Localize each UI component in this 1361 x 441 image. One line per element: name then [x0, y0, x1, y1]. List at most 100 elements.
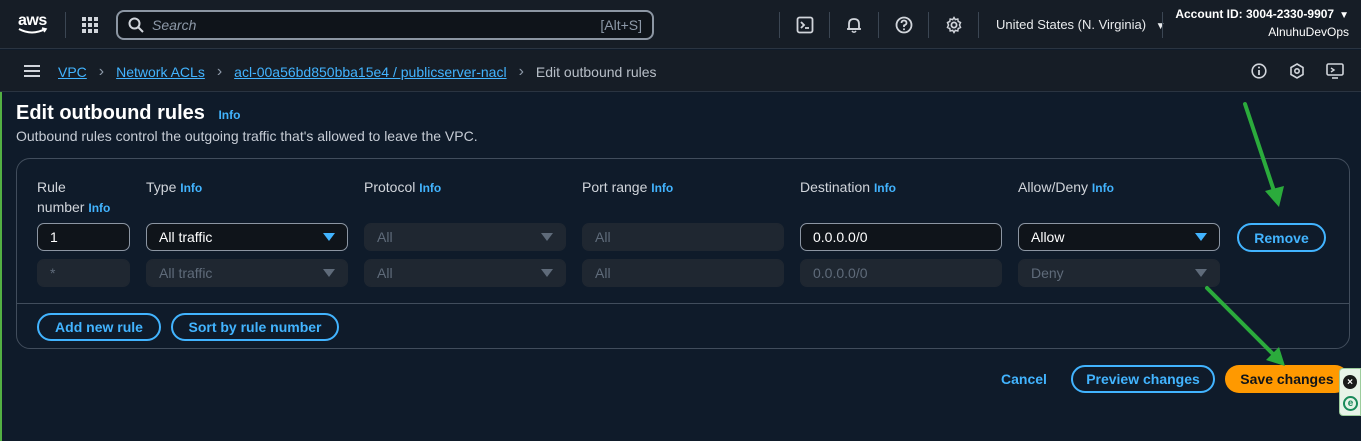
header-port-range-label: Port range: [582, 179, 648, 195]
caret-down-icon: [541, 269, 553, 277]
header-allow-deny-label: Allow/Deny: [1018, 179, 1089, 195]
destination-input[interactable]: 0.0.0.0/0: [800, 223, 1002, 251]
rule-number-input[interactable]: 1: [37, 223, 130, 251]
header-rule-number: Rule number Info: [37, 177, 110, 218]
header-protocol-label: Protocol: [364, 179, 416, 195]
region-label: United States (N. Virginia): [996, 17, 1147, 32]
breadcrumb-network-acls[interactable]: Network ACLs: [116, 64, 205, 80]
port-range-value: All: [595, 229, 611, 245]
caret-down-icon: ▼: [1155, 21, 1166, 32]
chevron-right-icon: ›: [216, 63, 223, 80]
default-allow-deny-select: Deny: [1018, 259, 1220, 287]
type-info-link[interactable]: Info: [180, 181, 202, 195]
search-icon: [128, 17, 144, 33]
page-description: Outbound rules control the outgoing traf…: [16, 128, 478, 144]
region-selector[interactable]: United States (N. Virginia) ▼: [996, 17, 1166, 32]
help-icon[interactable]: [894, 15, 914, 35]
default-rule-number-value: *: [50, 265, 56, 281]
default-destination: 0.0.0.0/0: [800, 259, 1002, 287]
remove-rule-button[interactable]: Remove: [1237, 223, 1326, 252]
port-range-input: All: [582, 223, 784, 251]
add-new-rule-button[interactable]: Add new rule: [37, 313, 161, 341]
header-destination-label: Destination: [800, 179, 871, 195]
info-circle-icon[interactable]: [1250, 62, 1268, 80]
left-edge-strip: [0, 92, 2, 441]
type-select[interactable]: All traffic: [146, 223, 348, 251]
header-type: Type Info: [146, 177, 202, 198]
allow-deny-value: Allow: [1031, 229, 1065, 245]
header-protocol: Protocol Info: [364, 177, 441, 198]
cancel-button[interactable]: Cancel: [1001, 371, 1047, 387]
caret-down-icon: ▼: [1339, 10, 1349, 21]
header-rule-number-line1: Rule: [37, 179, 66, 195]
protocol-value: All: [377, 229, 393, 245]
search-input[interactable]: Search [Alt+S]: [116, 10, 654, 40]
search-shortcut: [Alt+S]: [600, 17, 642, 33]
allow-deny-info-link[interactable]: Info: [1092, 181, 1114, 195]
divider: [65, 12, 66, 38]
breadcrumb: VPC › Network ACLs › acl-00a56bd850bba15…: [58, 63, 657, 81]
header-port-range: Port range Info: [582, 177, 673, 198]
account-menu[interactable]: Account ID: 3004-2330-9907 ▼ AlnuhuDevOps: [1175, 7, 1349, 39]
divider: [1162, 12, 1163, 38]
chevron-right-icon: ›: [98, 63, 105, 80]
header-destination: Destination Info: [800, 177, 896, 198]
divider: [928, 12, 929, 38]
breadcrumb-bar: VPC › Network ACLs › acl-00a56bd850bba15…: [0, 50, 1361, 92]
account-id: Account ID: 3004-2330-9907: [1175, 7, 1335, 21]
default-port-range-value: All: [595, 265, 611, 281]
bell-icon[interactable]: [844, 15, 864, 35]
preview-changes-button[interactable]: Preview changes: [1071, 365, 1215, 393]
protocol-info-link[interactable]: Info: [419, 181, 441, 195]
caret-down-icon: [323, 269, 335, 277]
aws-logo[interactable]: aws: [16, 8, 50, 36]
rules-panel: Rule number Info Type Info Protocol Info…: [16, 158, 1350, 349]
feedback-icon[interactable]: [1325, 62, 1345, 80]
caret-down-icon: [1195, 233, 1207, 241]
extension-widget[interactable]: × e: [1339, 368, 1361, 416]
port-range-info-link[interactable]: Info: [651, 181, 673, 195]
divider: [779, 12, 780, 38]
save-changes-button[interactable]: Save changes: [1225, 365, 1349, 393]
default-port-range: All: [582, 259, 784, 287]
grid-icon[interactable]: [80, 15, 100, 35]
caret-down-icon: [541, 233, 553, 241]
type-value: All traffic: [159, 229, 213, 245]
account-user: AlnuhuDevOps: [1268, 25, 1349, 39]
header-allow-deny: Allow/Deny Info: [1018, 177, 1114, 198]
rule-number-value: 1: [50, 229, 58, 245]
aws-smile-icon: [18, 27, 48, 34]
header-rule-number-line2: number: [37, 199, 85, 215]
title-info-link[interactable]: Info: [218, 108, 240, 122]
caret-down-icon: [1195, 269, 1207, 277]
divider: [878, 12, 879, 38]
allow-deny-select[interactable]: Allow: [1018, 223, 1220, 251]
header-type-label: Type: [146, 179, 177, 195]
extension-logo-icon[interactable]: e: [1343, 396, 1358, 411]
default-protocol-select: All: [364, 259, 566, 287]
rule-number-info-link[interactable]: Info: [88, 201, 110, 215]
breadcrumb-vpc[interactable]: VPC: [58, 64, 87, 80]
top-navigation: aws Search [Alt+S] United States (N. Vir…: [0, 0, 1361, 49]
default-type-select: All traffic: [146, 259, 348, 287]
breadcrumb-acl[interactable]: acl-00a56bd850bba15e4 / publicserver-nac…: [234, 64, 506, 80]
sort-by-rule-number-button[interactable]: Sort by rule number: [171, 313, 339, 341]
search-placeholder: Search: [152, 17, 197, 33]
default-type-value: All traffic: [159, 265, 213, 281]
close-icon[interactable]: ×: [1343, 375, 1357, 389]
destination-info-link[interactable]: Info: [874, 181, 896, 195]
breadcrumb-current: Edit outbound rules: [535, 64, 657, 80]
page-title-text: Edit outbound rules: [16, 102, 205, 124]
gear-icon[interactable]: [944, 15, 964, 35]
page-title: Edit outbound rules Info: [16, 102, 240, 125]
default-destination-value: 0.0.0.0/0: [813, 265, 868, 281]
default-protocol-value: All: [377, 265, 393, 281]
caret-down-icon: [323, 233, 335, 241]
settings-hexagon-icon[interactable]: [1288, 62, 1306, 80]
protocol-select: All: [364, 223, 566, 251]
chevron-right-icon: ›: [518, 63, 524, 80]
cloudshell-icon[interactable]: [795, 15, 815, 35]
panel-divider: [17, 303, 1349, 304]
default-rule-number: *: [37, 259, 130, 287]
menu-icon[interactable]: [22, 62, 42, 80]
